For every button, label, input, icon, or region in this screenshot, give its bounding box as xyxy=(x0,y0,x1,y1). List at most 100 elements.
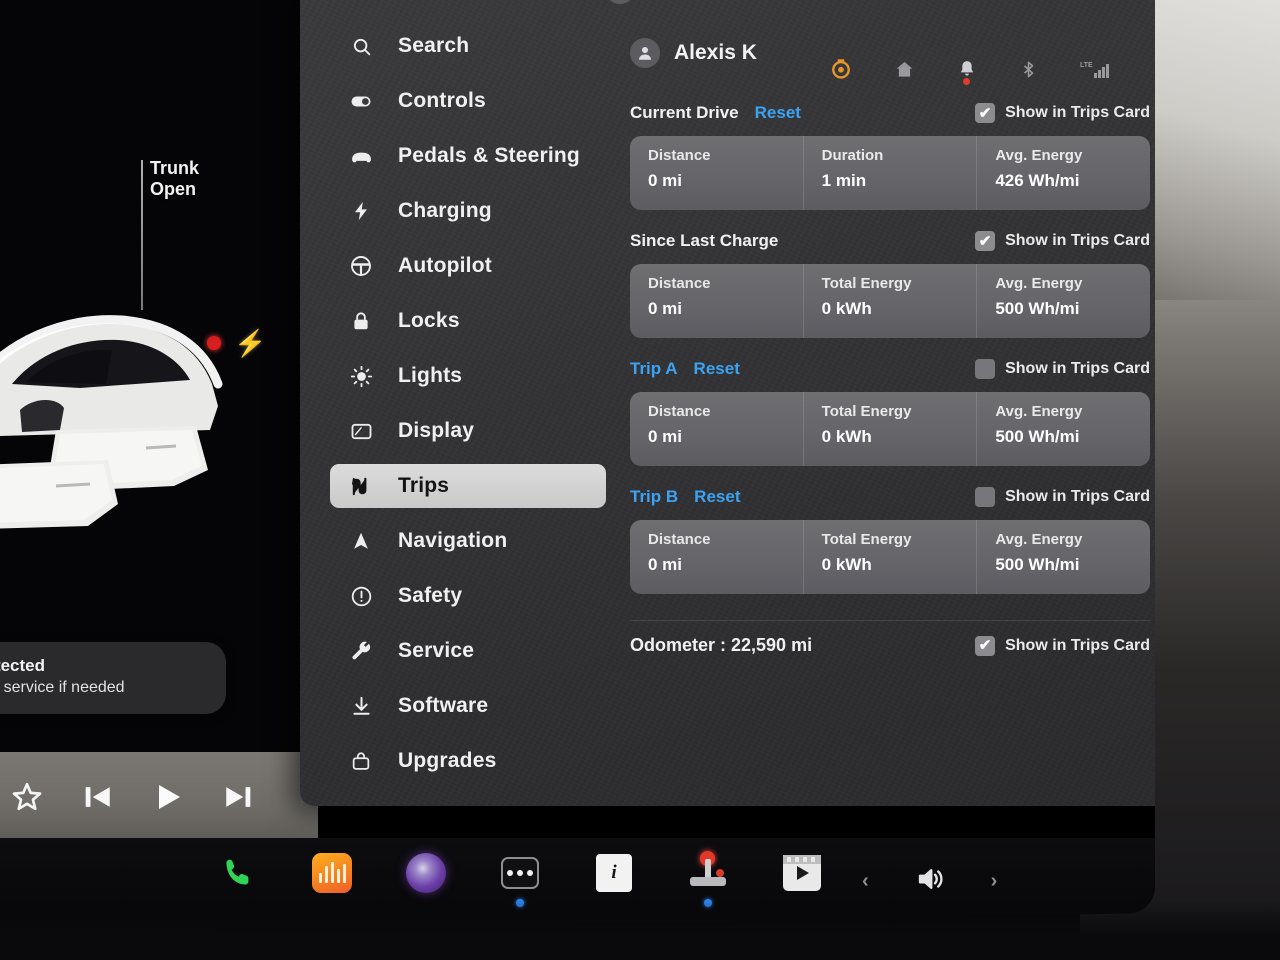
stat-cell: Avg. Energy 500 Wh/mi xyxy=(977,264,1150,338)
lightning-bolt-icon: ⚡ xyxy=(234,328,267,358)
trips-icon xyxy=(348,475,374,498)
sidebar-label-display: Display xyxy=(398,419,475,442)
vehicle-visualization-pane: Trunk Open ⚡ detected service if needed xyxy=(0,0,330,844)
stat-label: Avg. Energy xyxy=(995,403,1083,420)
stat-value: 0 mi xyxy=(648,427,683,446)
sidebar-item-upgrades[interactable]: Upgrades xyxy=(330,739,630,783)
stat-cell: Total Energy 0 kWh xyxy=(803,392,978,466)
stat-cell: Distance 0 mi xyxy=(630,264,804,338)
trunk-open-status: Trunk Open xyxy=(150,158,199,200)
sidebar-label-upgrades: Upgrades xyxy=(398,749,497,772)
sidebar-item-navigation[interactable]: Navigation xyxy=(330,519,630,563)
sidebar-item-search[interactable]: Search xyxy=(330,24,630,68)
stat-cell: Total Energy 0 kWh xyxy=(803,520,978,594)
cabin-overheat-card-icon[interactable]: i xyxy=(591,850,637,896)
video-clip-icon[interactable] xyxy=(779,850,825,896)
stat-value: 0 mi xyxy=(648,299,683,318)
show-in-trips-card-toggle-odometer[interactable]: ✔ Show in Trips Card xyxy=(975,635,1150,656)
checkbox-since-last-charge[interactable]: ✔ xyxy=(975,231,996,251)
odometer-row: Odometer : 22,590 mi ✔ Show in Trips Car… xyxy=(630,620,1150,656)
service-notification-toast[interactable]: n detected edule service if needed xyxy=(0,642,226,714)
stat-card-trip-a: Distance 0 mi Total Energy 0 kWh Avg. En… xyxy=(630,392,1150,466)
volume-controls: ‹ › xyxy=(862,864,997,899)
sidebar-item-display[interactable]: Display xyxy=(330,409,630,453)
account-strip-top[interactable]: Alexis K xyxy=(605,0,722,4)
toggle-icon xyxy=(348,89,374,113)
sidebar-item-safety[interactable]: Safety xyxy=(330,574,630,618)
notification-bell-icon[interactable] xyxy=(957,59,977,85)
sidebar-label-pedals-steering: Pedals & Steering xyxy=(398,144,580,167)
reset-button-trip-a[interactable]: Reset xyxy=(694,359,740,379)
odometer-text: Odometer : 22,590 mi xyxy=(630,635,813,655)
more-apps-icon[interactable] xyxy=(497,850,543,907)
show-in-trips-card-toggle-since-last-charge[interactable]: ✔ Show in Trips Card xyxy=(975,231,1150,251)
sidebar-item-software[interactable]: Software xyxy=(330,684,630,728)
navigation-arrow-icon xyxy=(348,530,374,552)
display-screen: Trunk Open ⚡ detected service if needed … xyxy=(0,0,1155,935)
favorite-star-icon[interactable] xyxy=(10,780,44,814)
sidebar-item-locks[interactable]: Locks xyxy=(330,299,630,343)
phone-icon[interactable] xyxy=(215,850,261,896)
stat-label: Avg. Energy xyxy=(995,275,1083,292)
wiper-lever-icon[interactable] xyxy=(685,850,731,907)
sidebar-item-pedals-steering[interactable]: Pedals & Steering xyxy=(330,134,630,178)
sidebar-item-controls[interactable]: Controls xyxy=(330,79,630,123)
sidebar-label-locks: Locks xyxy=(398,309,460,332)
show-in-trips-card-toggle-current-drive[interactable]: ✔ Show in Trips Card xyxy=(975,103,1150,124)
chevron-left-icon[interactable]: ‹ xyxy=(862,870,869,893)
download-icon xyxy=(348,695,374,718)
stat-label: Total Energy xyxy=(821,403,912,420)
reset-button-current-drive[interactable]: Reset xyxy=(755,103,801,123)
reset-button-trip-b[interactable]: Reset xyxy=(694,487,740,507)
checkbox-current-drive[interactable]: ✔ xyxy=(975,103,996,124)
show-in-trips-card-toggle-trip-a[interactable]: ✔ Show in Trips Card xyxy=(975,359,1150,379)
sidebar-item-autopilot[interactable]: Autopilot xyxy=(330,244,630,288)
section-header: Trip A Reset ✔ Show in Trips Card xyxy=(630,354,1150,384)
bag-icon xyxy=(348,750,374,772)
sidebar-item-lights[interactable]: Lights xyxy=(330,354,630,398)
checkbox-odometer[interactable]: ✔ xyxy=(975,635,996,656)
next-track-icon[interactable] xyxy=(222,780,256,814)
stat-label: Total Energy xyxy=(821,531,912,548)
sidebar-label-software: Software xyxy=(398,694,489,717)
bolt-icon xyxy=(348,200,374,222)
section-trip-a: Trip A Reset ✔ Show in Trips Card Distan… xyxy=(630,354,1150,466)
spotify-icon[interactable] xyxy=(403,850,449,896)
sentry-mode-icon[interactable] xyxy=(830,58,852,80)
checkbox-trip-a[interactable]: ✔ xyxy=(975,359,996,379)
stat-label: Distance xyxy=(648,275,711,292)
person-avatar-icon xyxy=(605,0,635,4)
chevron-right-icon[interactable]: › xyxy=(991,870,998,893)
media-player-icon[interactable] xyxy=(309,850,355,896)
sidebar-item-service[interactable]: Service xyxy=(330,629,630,673)
sidebar-item-trips[interactable]: Trips xyxy=(330,464,606,508)
dock-app-icons: i xyxy=(215,850,825,907)
car-render[interactable] xyxy=(0,280,260,540)
tesla-touchscreen: Trunk Open ⚡ detected service if needed … xyxy=(0,0,1280,960)
sidebar-label-autopilot: Autopilot xyxy=(398,254,492,277)
trunk-status-line2: Open xyxy=(150,179,197,199)
home-icon[interactable] xyxy=(894,59,915,80)
section-current-drive: Current Drive Reset ✔ Show in Trips Card… xyxy=(630,98,1150,210)
stat-label: Avg. Energy xyxy=(995,531,1083,548)
stat-value: 0 kWh xyxy=(821,555,872,574)
sidebar-item-charging[interactable]: Charging xyxy=(330,189,630,233)
display-icon xyxy=(348,420,374,443)
toggle-label-odometer: Show in Trips Card xyxy=(1005,636,1150,654)
settings-sidebar: Search Controls Pedals & Steering Chargi… xyxy=(330,24,630,794)
section-title-current-drive: Current Drive xyxy=(630,103,739,122)
show-in-trips-card-toggle-trip-b[interactable]: ✔ Show in Trips Card xyxy=(975,487,1150,508)
stat-cell: Avg. Energy 500 Wh/mi xyxy=(977,392,1150,466)
checkbox-trip-b[interactable]: ✔ xyxy=(975,487,996,508)
section-header: Current Drive Reset ✔ Show in Trips Card xyxy=(630,98,1150,128)
alert-circle-icon xyxy=(348,585,374,608)
sidebar-label-lights: Lights xyxy=(398,364,463,387)
speaker-icon[interactable] xyxy=(913,864,947,899)
lte-signal-icon[interactable]: LTE xyxy=(1080,58,1110,80)
stat-value: 500 Wh/mi xyxy=(995,299,1080,318)
account-row[interactable]: Alexis K LTE xyxy=(630,38,1150,85)
notification-line-1: n detected xyxy=(0,656,46,675)
bluetooth-icon[interactable] xyxy=(1019,59,1038,78)
play-icon[interactable] xyxy=(150,779,186,815)
previous-track-icon[interactable] xyxy=(80,780,114,814)
